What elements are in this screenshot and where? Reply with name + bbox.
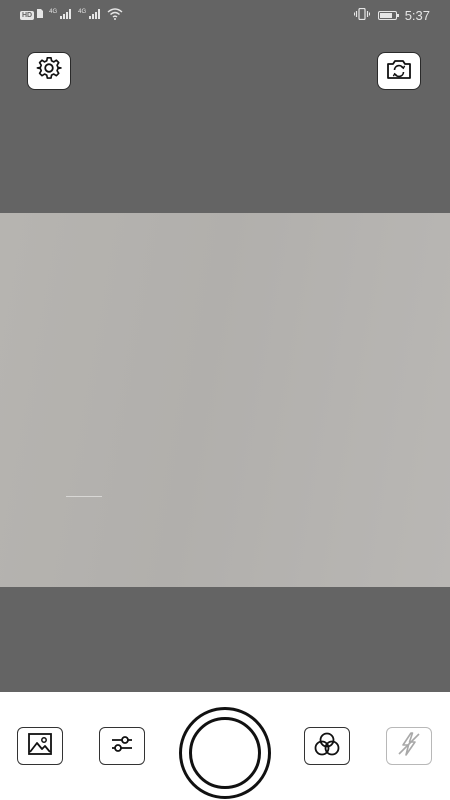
hd-badge: HD	[20, 10, 35, 20]
camera-preview[interactable]	[0, 213, 450, 587]
signal-icon	[89, 8, 101, 22]
adjust-button[interactable]	[99, 727, 145, 765]
filter-button[interactable]	[304, 727, 350, 765]
battery-icon	[377, 10, 399, 20]
image-icon	[27, 732, 53, 761]
shutter-button[interactable]	[179, 707, 271, 799]
status-left: HD 4G 4G	[20, 7, 123, 23]
network-type-1: 4G	[49, 9, 58, 15]
status-right: 5:37	[353, 7, 430, 23]
battery-level	[379, 12, 393, 18]
bottom-toolbar	[0, 692, 450, 800]
vibrate-icon	[353, 7, 370, 23]
camera-switch-icon	[385, 57, 413, 86]
sim-icon	[37, 9, 44, 21]
flash-button[interactable]	[386, 727, 432, 765]
signal-icon	[60, 8, 72, 22]
flash-off-icon	[395, 730, 423, 763]
status-time: 5:37	[404, 7, 430, 23]
color-circles-icon	[313, 731, 341, 762]
status-bar: HD 4G 4G 5:37	[0, 0, 450, 30]
wifi-icon	[107, 7, 123, 23]
sliders-icon	[110, 733, 134, 760]
gallery-button[interactable]	[17, 727, 63, 765]
shutter-inner-ring	[189, 717, 261, 789]
network-type-2: 4G	[78, 9, 87, 15]
switch-camera-button[interactable]	[377, 52, 421, 90]
camera-screen: HD 4G 4G 5:37	[0, 0, 450, 800]
gear-icon	[36, 56, 62, 87]
settings-button[interactable]	[27, 52, 71, 90]
